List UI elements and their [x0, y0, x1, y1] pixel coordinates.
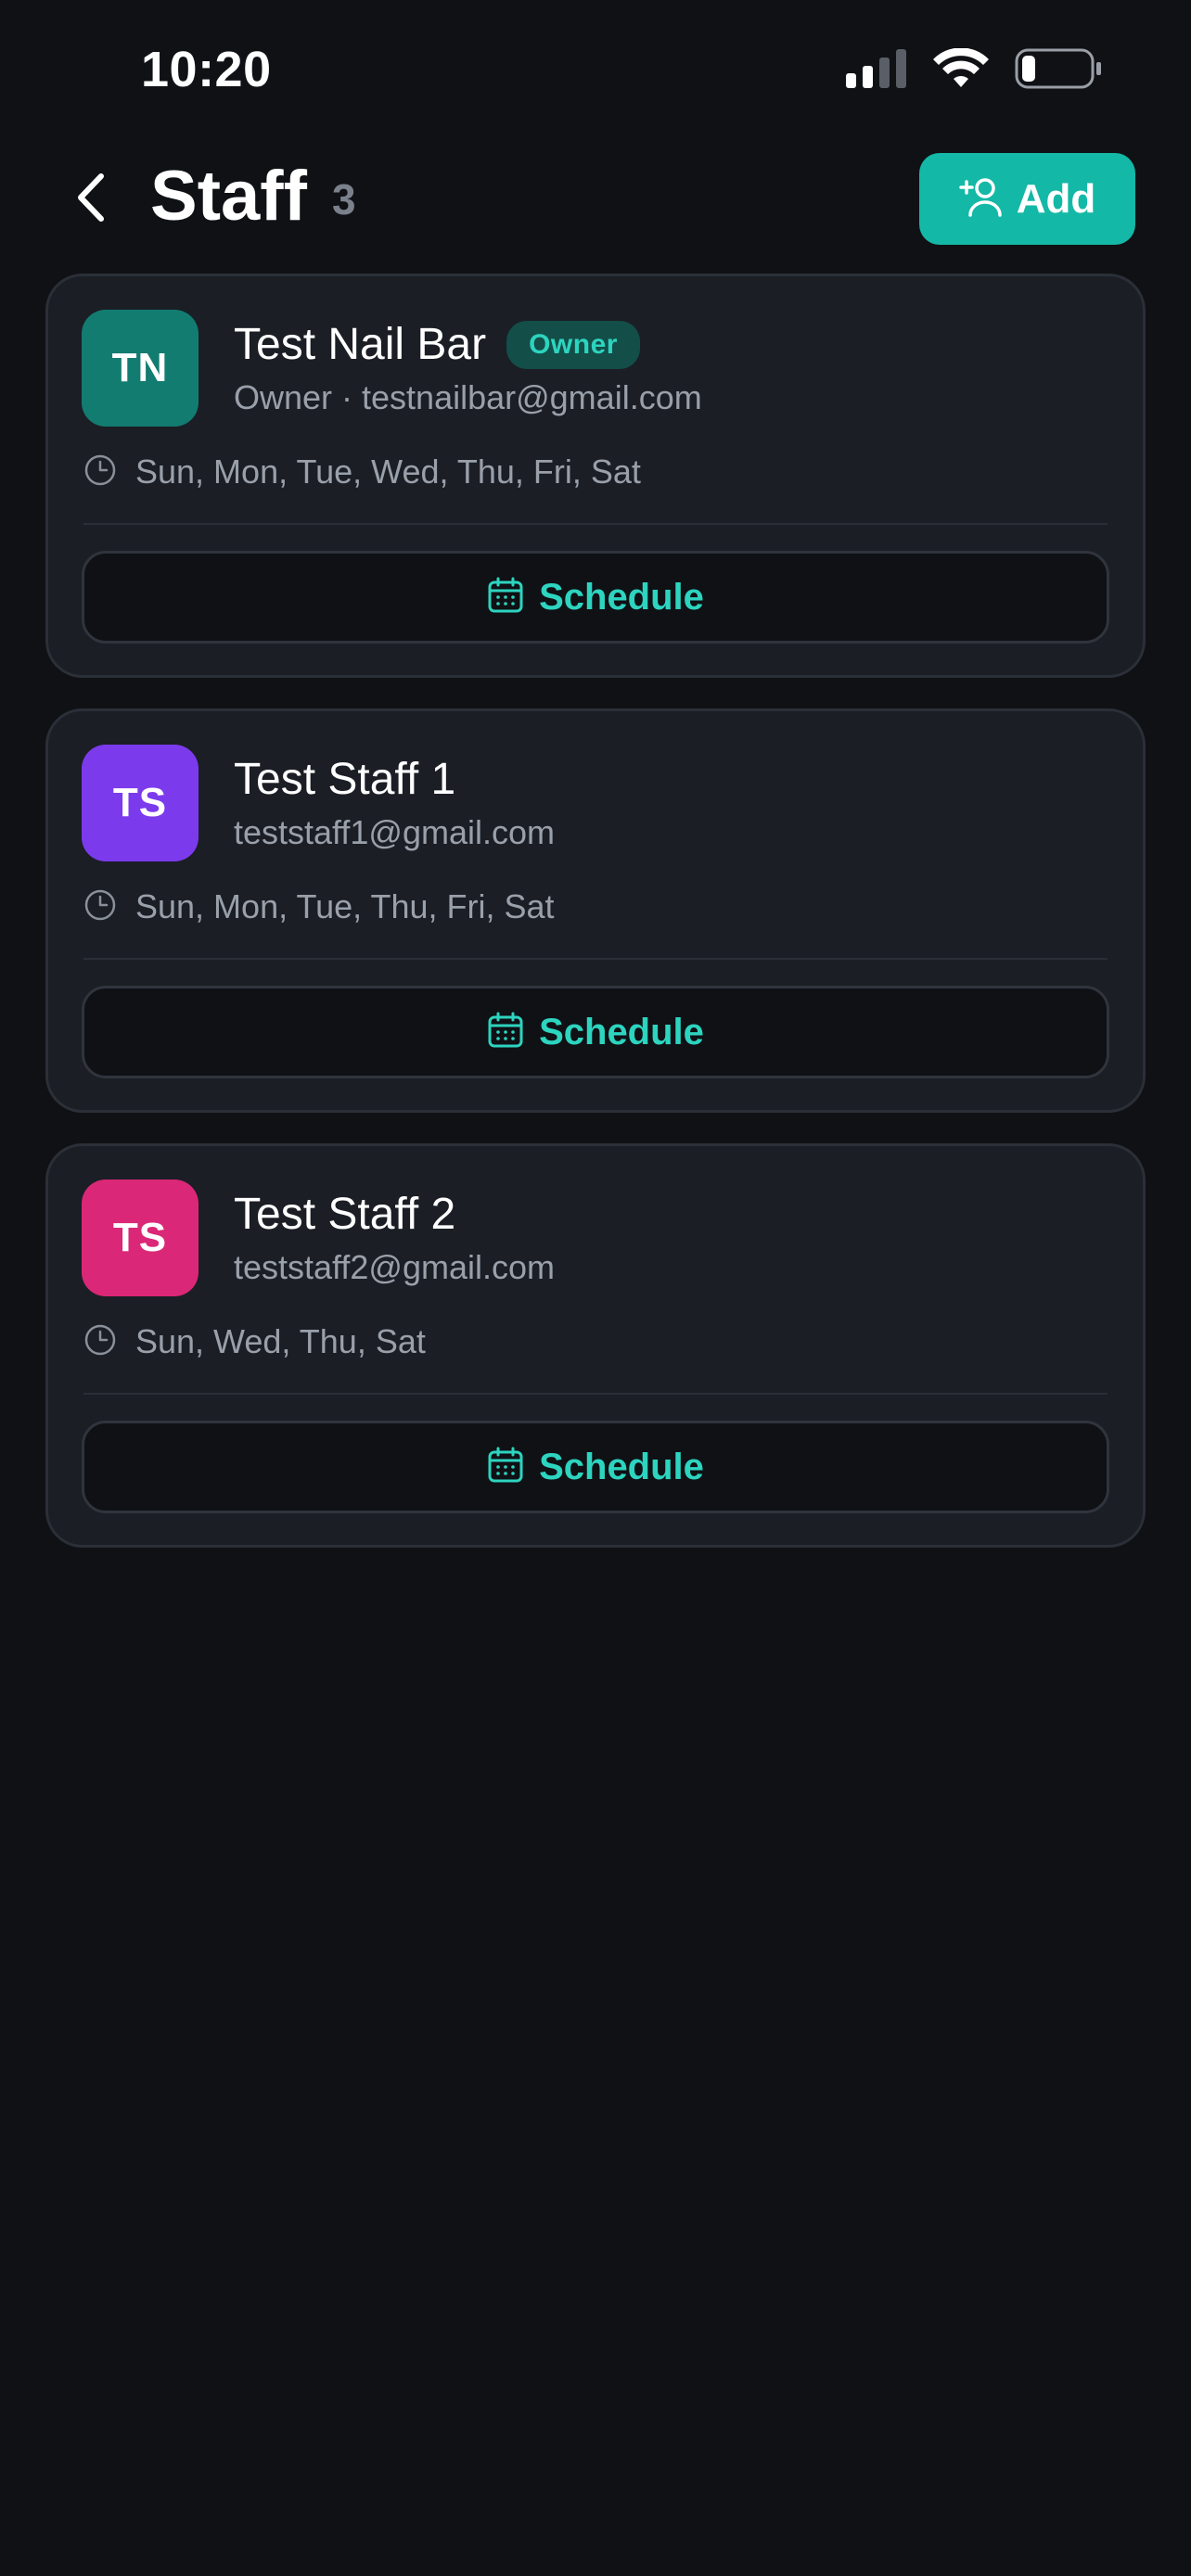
avatar: TN	[82, 310, 198, 427]
working-days: Sun, Wed, Thu, Sat	[83, 1322, 426, 1361]
clock-icon	[83, 453, 117, 491]
wifi-icon	[933, 47, 989, 94]
calendar-icon	[487, 1012, 524, 1053]
avatar: TS	[82, 1180, 198, 1296]
staff-card: TS Test Staff 1 teststaff1@gmail.com Sun…	[45, 708, 1146, 1113]
staff-card: TS Test Staff 2 teststaff2@gmail.com Sun…	[45, 1143, 1146, 1548]
working-days-text: Sun, Wed, Thu, Sat	[135, 1322, 426, 1360]
working-days-text: Sun, Mon, Tue, Thu, Fri, Sat	[135, 887, 555, 925]
staff-list: TN Test Nail Bar Owner Owner · testnailb…	[45, 274, 1146, 1578]
clock-icon	[83, 1323, 117, 1361]
staff-name: Test Nail Bar	[234, 320, 487, 369]
schedule-button-label: Schedule	[539, 576, 704, 618]
cellular-signal-icon	[846, 49, 907, 93]
schedule-button[interactable]: Schedule	[82, 986, 1109, 1078]
staff-email: teststaff1@gmail.com	[234, 813, 556, 851]
owner-badge: Owner	[506, 320, 640, 369]
name-row: Test Nail Bar Owner	[234, 319, 640, 370]
staff-email: Owner · testnailbar@gmail.com	[234, 378, 702, 416]
working-days: Sun, Mon, Tue, Thu, Fri, Sat	[83, 887, 555, 926]
status-icons	[846, 47, 1102, 94]
schedule-button[interactable]: Schedule	[82, 1421, 1109, 1513]
schedule-button[interactable]: Schedule	[82, 551, 1109, 644]
page-header: Staff 3 Add	[0, 148, 1191, 250]
staff-name: Test Staff 2	[234, 1190, 456, 1239]
chevron-left-icon	[71, 171, 109, 229]
schedule-button-label: Schedule	[539, 1011, 704, 1052]
schedule-button-label: Schedule	[539, 1446, 704, 1487]
add-button-label: Add	[1016, 175, 1096, 222]
working-days: Sun, Mon, Tue, Wed, Thu, Fri, Sat	[83, 453, 641, 491]
add-staff-button[interactable]: Add	[919, 153, 1135, 245]
divider	[83, 958, 1108, 960]
name-row: Test Staff 2	[234, 1189, 455, 1240]
calendar-icon	[487, 1447, 524, 1488]
battery-icon	[1015, 48, 1102, 94]
status-bar: 10:20	[0, 0, 1191, 139]
add-user-icon	[958, 174, 1004, 223]
staff-count: 3	[332, 175, 356, 223]
calendar-icon	[487, 577, 524, 618]
avatar: TS	[82, 745, 198, 861]
working-days-text: Sun, Mon, Tue, Wed, Thu, Fri, Sat	[135, 453, 641, 491]
status-time: 10:20	[141, 42, 272, 97]
staff-card: TN Test Nail Bar Owner Owner · testnailb…	[45, 274, 1146, 678]
divider	[83, 1393, 1108, 1395]
page-title: Staff	[150, 157, 307, 236]
back-button[interactable]	[61, 167, 119, 232]
staff-email: teststaff2@gmail.com	[234, 1248, 556, 1286]
divider	[83, 523, 1108, 525]
clock-icon	[83, 888, 117, 926]
name-row: Test Staff 1	[234, 754, 455, 805]
staff-name: Test Staff 1	[234, 755, 456, 804]
